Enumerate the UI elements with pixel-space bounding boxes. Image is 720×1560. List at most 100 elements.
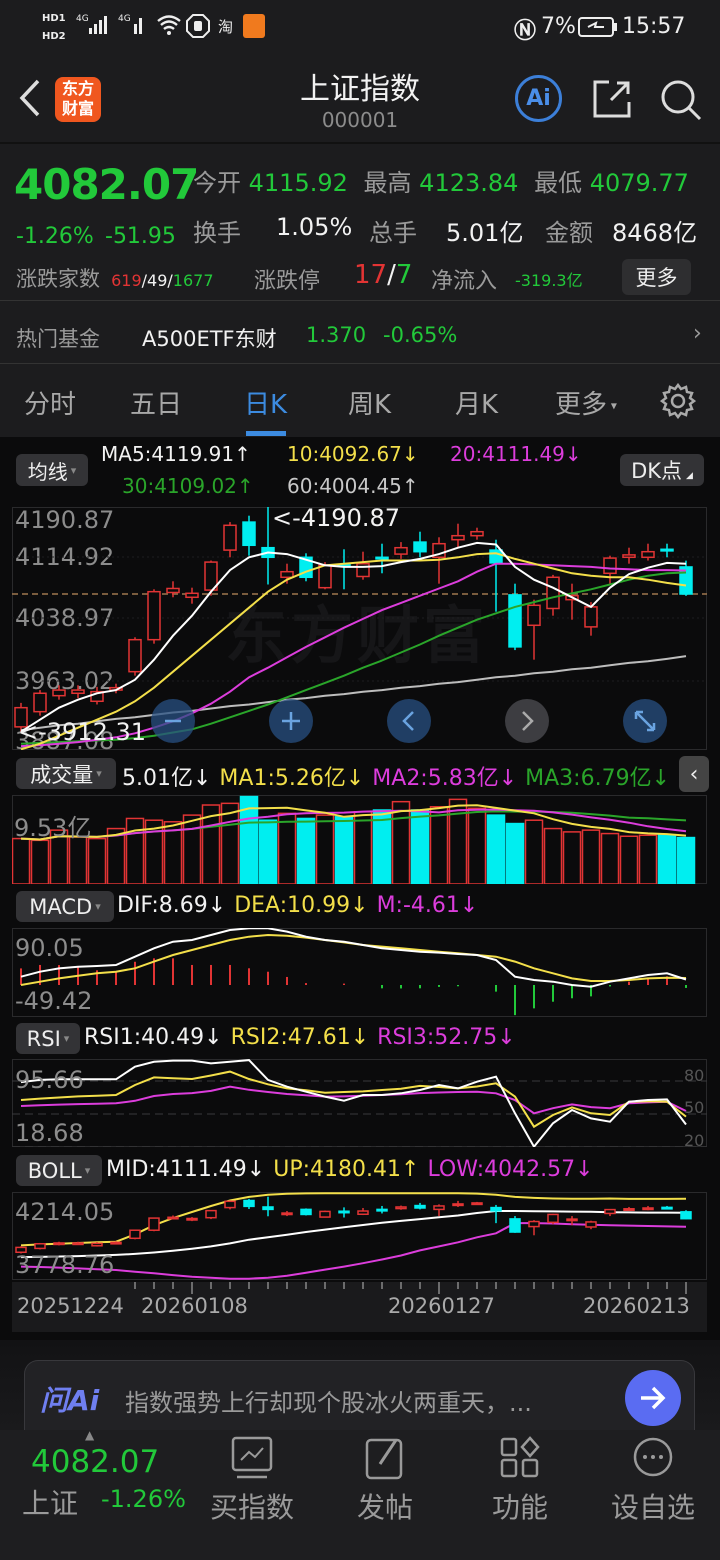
candle-body <box>147 590 161 641</box>
kline-plot <box>12 507 707 750</box>
candle-body <box>603 557 617 575</box>
indicator-selector-rsi[interactable]: RSI ▾ <box>16 1023 80 1054</box>
boll-plot <box>15 1192 692 1280</box>
mini-price: 4082.07 <box>31 1444 160 1480</box>
ai-label: Ai <box>526 86 551 111</box>
candle-body <box>128 638 142 673</box>
share-icon[interactable] <box>591 78 633 120</box>
volume-bar <box>638 834 658 884</box>
more-button[interactable]: 更多 <box>622 259 691 295</box>
indicator-selector-ma[interactable]: 均线 ▾ <box>16 454 88 486</box>
logo-line-2: 财富 <box>61 99 94 118</box>
volume-bar <box>220 802 240 884</box>
boll-mid-line <box>20 1210 687 1259</box>
tab-daily-k[interactable]: 日K <box>244 384 287 421</box>
boll-candle-body <box>34 1243 46 1250</box>
boll-y-top: 4214.05 <box>15 1198 115 1226</box>
boll-candle-body <box>604 1208 616 1215</box>
boll-mid: MID:4111.49↓ <box>106 1157 266 1182</box>
nav-functions[interactable]: 功能 <box>475 1430 565 1560</box>
chevron-right-icon: › <box>693 321 702 346</box>
boll-candle-body <box>53 1242 65 1246</box>
volume-ma1: MA1:5.26亿↓ <box>219 766 365 791</box>
index-mini-quote[interactable]: ▲ 4082.07 上证 -1.26% <box>0 1428 195 1530</box>
boll-candle-body <box>395 1206 407 1210</box>
boll-candle-body <box>262 1206 274 1211</box>
more-button-label: 更多 <box>635 266 678 290</box>
zoom-in-button[interactable] <box>269 699 313 743</box>
chevron-left-icon <box>402 711 414 731</box>
tab-five-day[interactable]: 五日 <box>130 384 182 421</box>
hd1-indicator: HD1 <box>42 13 66 24</box>
boll-low: LOW:4042.57↓ <box>427 1157 594 1182</box>
tab-weekly-k[interactable]: 周K <box>348 384 391 421</box>
logo-line-1: 东方 <box>61 79 94 98</box>
candle-body <box>622 554 636 559</box>
candle-body <box>451 534 465 541</box>
rsi-y-bottom: 18.68 <box>15 1119 84 1147</box>
zoom-out-button[interactable] <box>151 699 195 743</box>
ma20-legend: 20:4111.49↓ <box>450 442 582 466</box>
fund-change: -0.65% <box>383 323 458 347</box>
boll-candle-body <box>72 1242 84 1246</box>
rsi3-line <box>20 1085 687 1115</box>
nav-buy-index[interactable]: 买指数 <box>200 1430 304 1560</box>
change-percent: -1.26% <box>16 224 94 249</box>
fund-name: A500ETF东财 <box>142 327 277 351</box>
page-title: 上证指数 <box>300 72 420 107</box>
nav-label: 功能 <box>491 1491 548 1524</box>
volume-plot <box>12 795 696 884</box>
boll-y-bottom: 3778.76 <box>15 1251 115 1279</box>
boll-candle-body <box>490 1206 502 1212</box>
volume-bar <box>505 822 525 884</box>
volume-bar <box>68 836 88 884</box>
ai-button[interactable]: Ai <box>515 75 562 122</box>
hand-icon <box>186 14 210 38</box>
nav-add-watchlist[interactable]: 设自选 <box>603 1430 703 1560</box>
network-4g-label: 4G <box>76 14 89 24</box>
tab-intraday[interactable]: 分时 <box>24 384 76 421</box>
tab-more[interactable]: 更多 ▾ <box>555 384 617 421</box>
turnover-label: 换手 <box>193 219 241 247</box>
rsi-level-50: 50 <box>684 1098 705 1117</box>
collapse-panel-button[interactable]: ‹ <box>679 756 709 792</box>
nav-post[interactable]: 发帖 <box>340 1430 430 1560</box>
status-bar: HD1 HD2 4G 4G 淘 Ⓝ 7% 15:57 <box>0 0 720 55</box>
nav-label: 发帖 <box>356 1491 413 1524</box>
fullscreen-button[interactable] <box>623 699 667 743</box>
boll-candle-body <box>433 1205 445 1211</box>
ai-question-bar[interactable]: 问Ai 指数强势上行却现个股冰火两重天，... <box>24 1360 695 1430</box>
candle-body <box>356 562 370 578</box>
hot-fund-label: 热门基金 <box>16 327 100 351</box>
candle-body <box>185 592 199 599</box>
tab-monthly-k[interactable]: 月K <box>455 384 498 421</box>
up-count: 619 <box>111 271 142 290</box>
ai-send-button[interactable] <box>625 1370 681 1426</box>
breadth-row: 涨跌家数 619/49/1677 <box>16 263 214 293</box>
rsi-button-label: RSI <box>26 1026 61 1051</box>
indicator-selector-macd[interactable]: MACD ▾ <box>16 891 114 922</box>
dk-point-button[interactable]: DK点 ◢ <box>620 454 704 486</box>
inflow-value: -319.3亿 <box>515 271 583 290</box>
search-icon[interactable] <box>659 78 703 122</box>
back-button[interactable] <box>14 78 44 118</box>
scroll-right-button[interactable] <box>505 699 549 743</box>
settings-gear-icon[interactable] <box>660 383 696 419</box>
ma30-legend: 30:4109.02↑ <box>122 474 254 498</box>
indicator-selector-boll[interactable]: BOLL ▾ <box>16 1155 102 1186</box>
date-label: 20260213 <box>583 1294 690 1318</box>
volume-bar <box>391 800 411 884</box>
breadth-label: 涨跌家数 <box>16 267 100 291</box>
candle-body <box>394 546 408 555</box>
volume-bar <box>87 837 107 884</box>
edit-icon <box>365 1438 403 1480</box>
clock: 15:57 <box>622 14 686 39</box>
hot-fund-row[interactable]: 热门基金 A500ETF东财 1.370 -0.65% › <box>0 301 720 363</box>
indicator-selector-volume[interactable]: 成交量 ▾ <box>16 758 116 789</box>
macd-dea: DEA:10.99↓ <box>234 893 369 918</box>
down-count: 1677 <box>172 271 214 290</box>
scroll-left-button[interactable] <box>387 699 431 743</box>
battery-percent: 7% <box>541 14 576 39</box>
open-value: 4115.92 <box>248 169 348 197</box>
boll-candle-body <box>110 1241 122 1245</box>
